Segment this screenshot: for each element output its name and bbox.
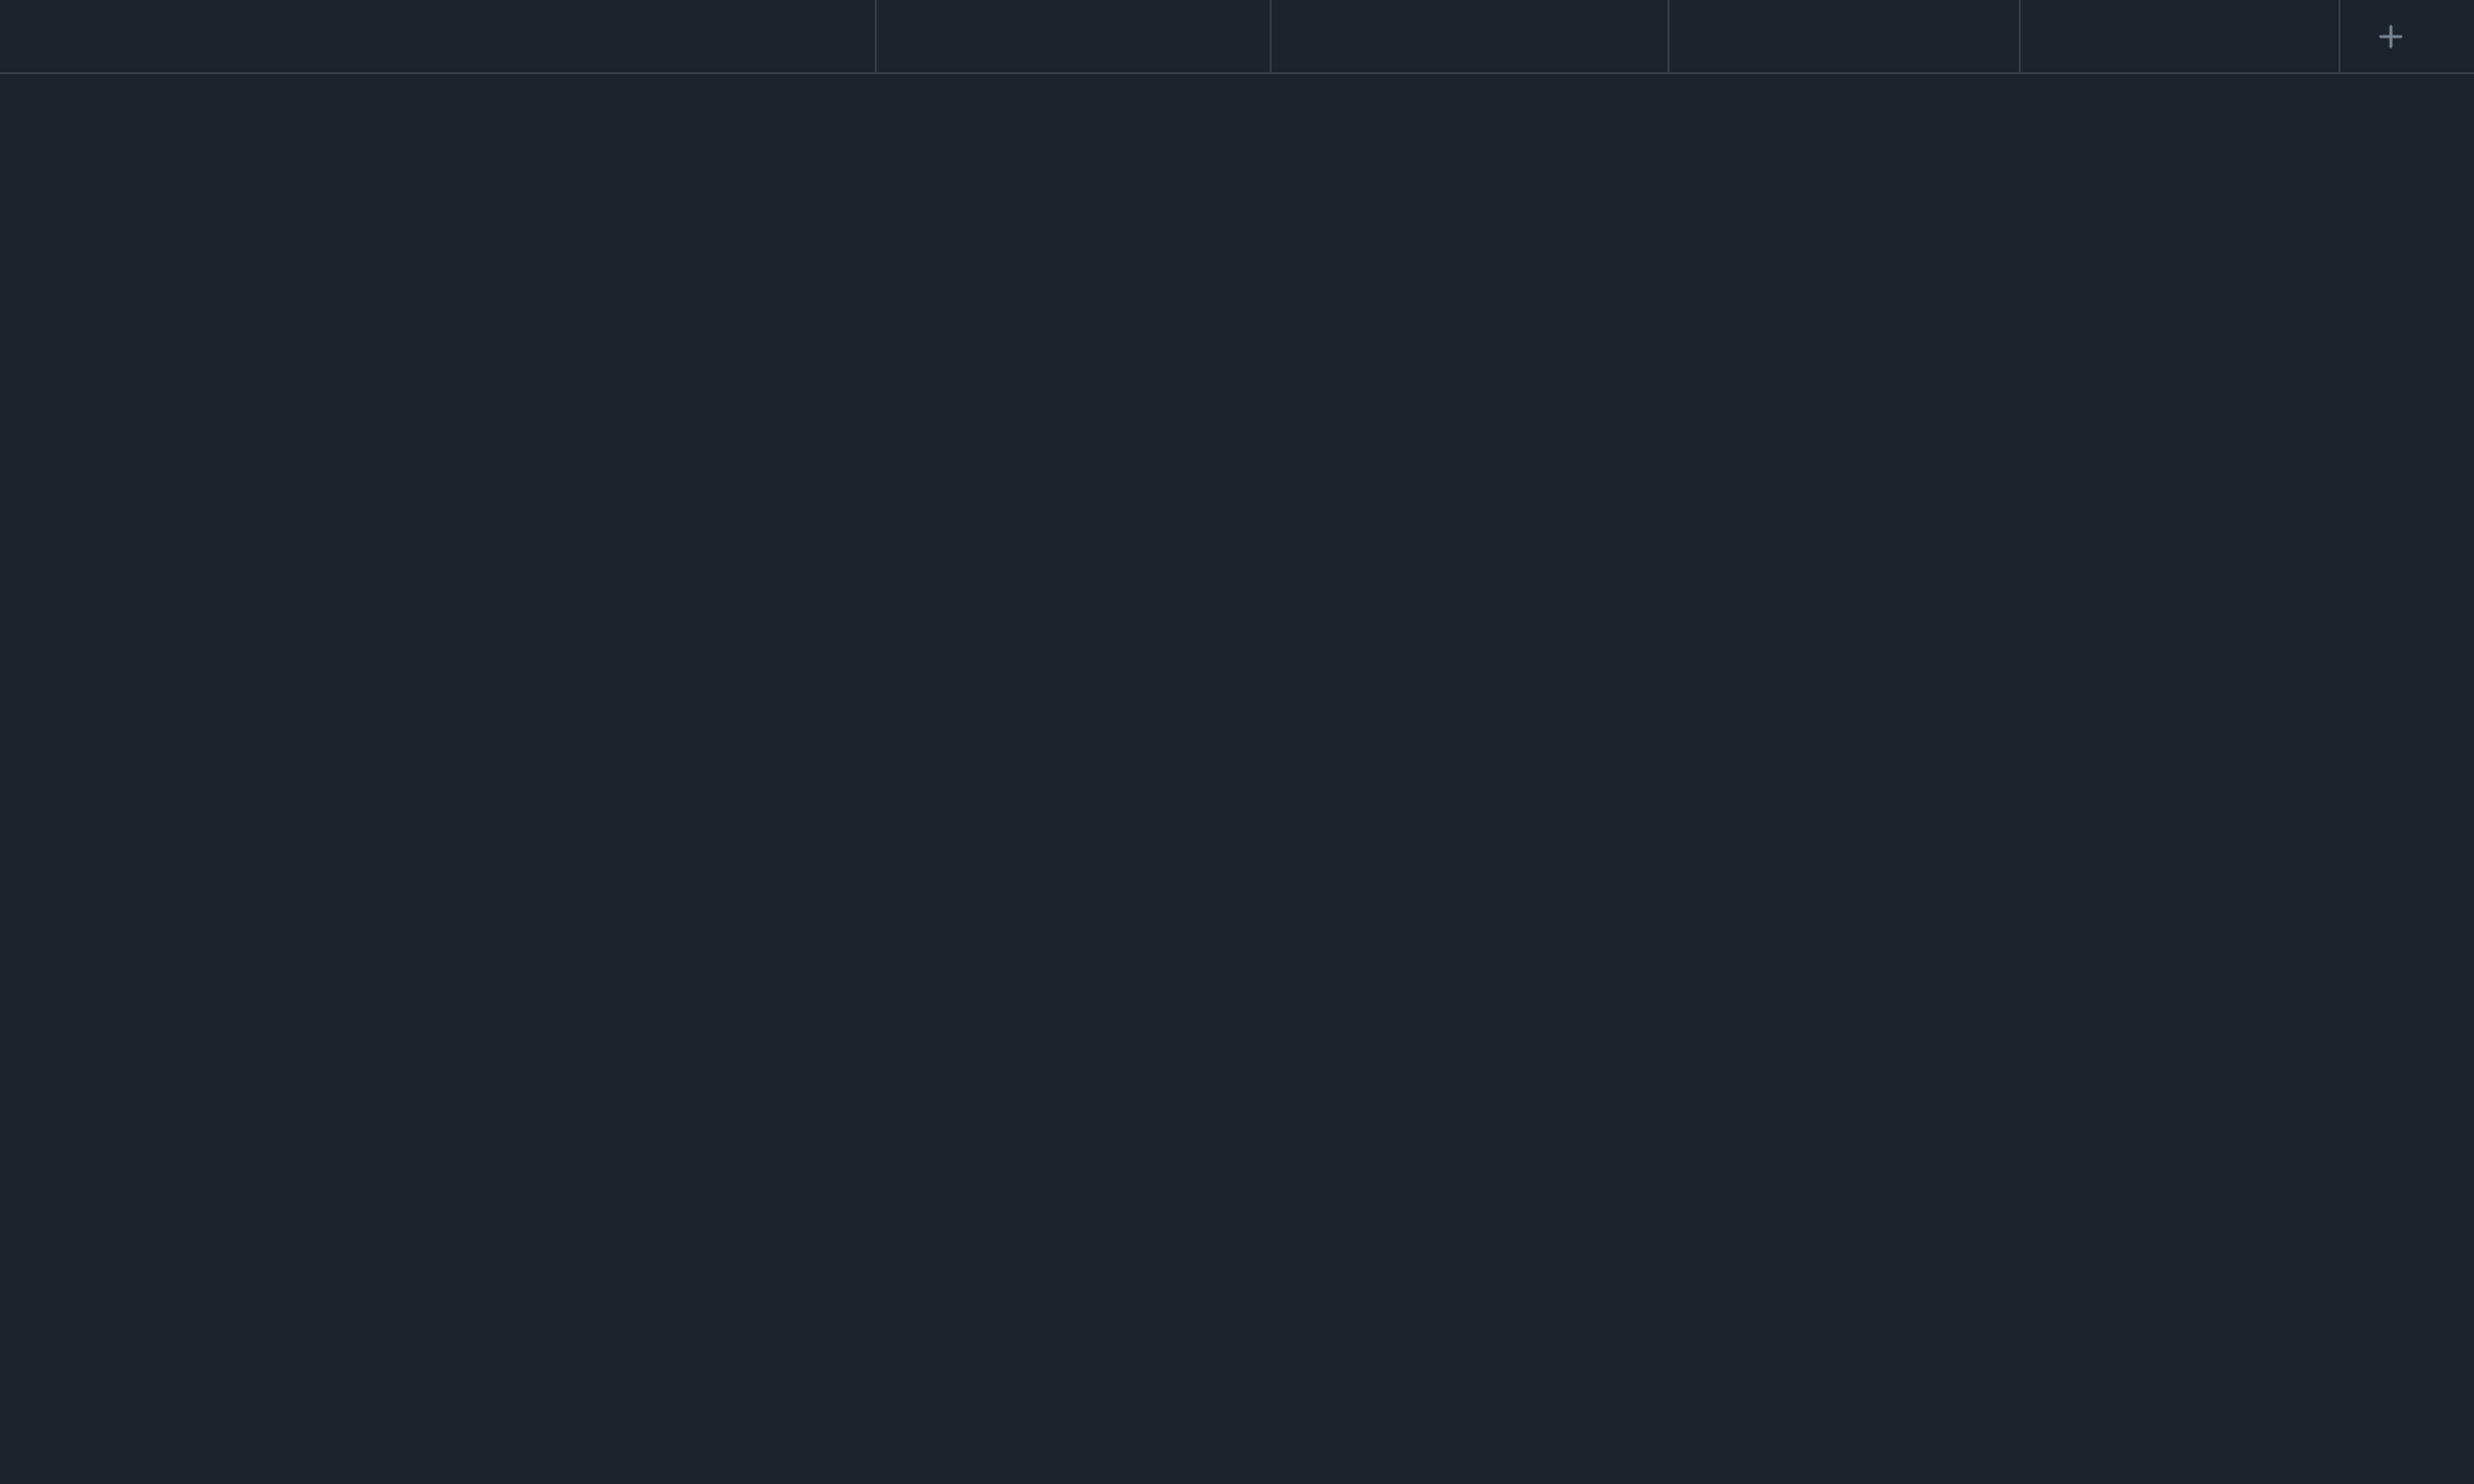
column-header-milestones[interactable] xyxy=(2019,0,2338,72)
column-header-title[interactable] xyxy=(0,0,875,72)
column-header-contact[interactable] xyxy=(1270,0,1667,72)
column-header-status[interactable] xyxy=(1667,0,2019,72)
table-header xyxy=(0,0,2474,74)
add-column-button[interactable] xyxy=(2338,0,2474,72)
plus-icon xyxy=(2376,22,2406,51)
project-table xyxy=(0,0,2474,74)
column-header-area[interactable] xyxy=(875,0,1270,72)
